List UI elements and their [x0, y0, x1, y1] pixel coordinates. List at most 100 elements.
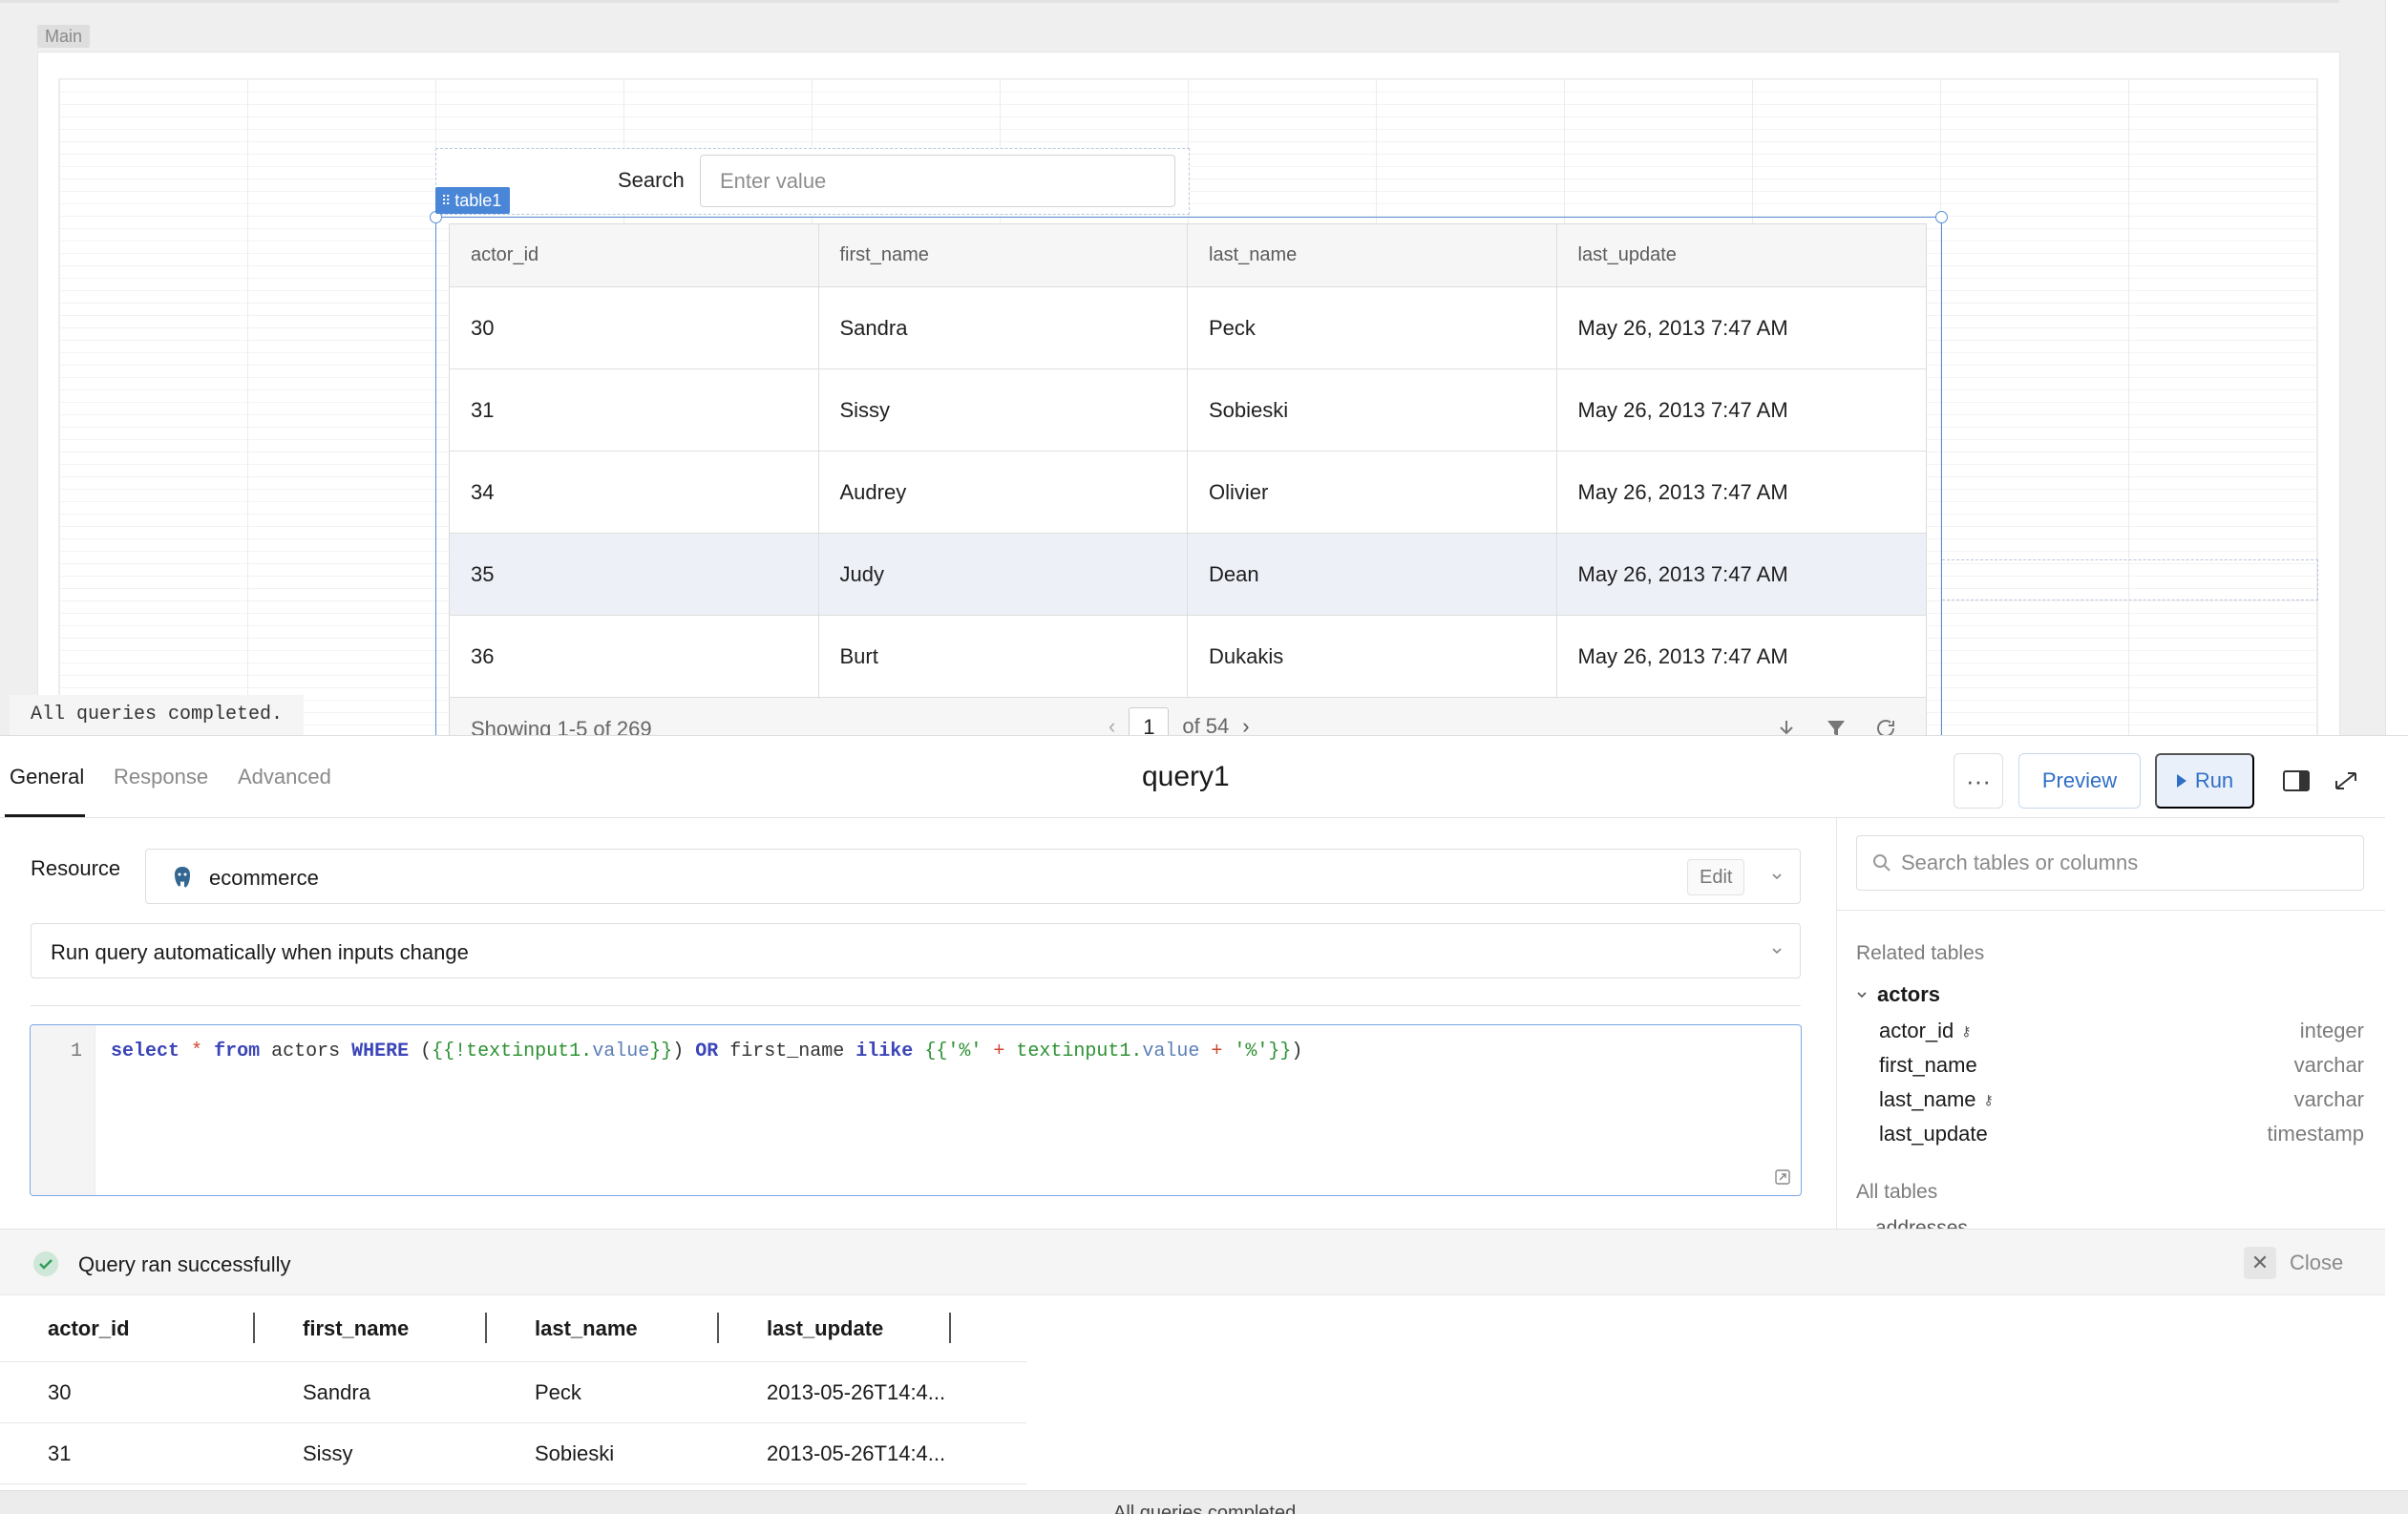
- resource-select[interactable]: ecommerce Edit: [145, 849, 1801, 904]
- sql-editor[interactable]: 1 select * from actors WHERE ({{!textinp…: [30, 1024, 1802, 1196]
- column-type: timestamp: [2267, 1122, 2364, 1146]
- column-name: actor_id: [1879, 1019, 1954, 1042]
- result-cell: 2013-05-26T14:4...: [767, 1379, 946, 1404]
- chevron-down-icon[interactable]: [1771, 871, 1783, 882]
- result-cell: 2013-05-26T14:4...: [767, 1440, 946, 1465]
- run-button[interactable]: Run: [2155, 753, 2254, 809]
- result-row[interactable]: 31 Sissy Sobieski 2013-05-26T14:4...: [0, 1423, 1026, 1484]
- empty-drop-zone: [1942, 559, 2318, 600]
- foreign-key-icon: ⚷: [1983, 1091, 1994, 1107]
- component-tag[interactable]: ⠿ table1: [435, 187, 511, 214]
- play-icon: [2176, 774, 2186, 788]
- result-cell: Sandra: [303, 1379, 370, 1404]
- code-line[interactable]: select * from actors WHERE ({{!textinput…: [111, 1041, 1302, 1062]
- results-header: actor_id first_name last_name last_updat…: [0, 1295, 1026, 1362]
- run-trigger-select[interactable]: Run query automatically when inputs chan…: [31, 923, 1801, 978]
- code-token: value: [592, 1041, 650, 1062]
- drag-handle-icon[interactable]: ⠿: [441, 187, 451, 214]
- schema-search[interactable]: [1856, 835, 2364, 891]
- column-name-wrap: actor_id ⚷: [1879, 1019, 1972, 1043]
- bottom-status-text: All queries completed.: [1113, 1503, 1301, 1514]
- resource-name: ecommerce: [209, 866, 319, 890]
- code-token: first_name: [718, 1041, 856, 1062]
- code-token: WHERE: [351, 1041, 410, 1062]
- code-token: }}: [649, 1041, 673, 1062]
- schema-search-input[interactable]: [1901, 836, 2350, 890]
- result-cell: Sobieski: [535, 1440, 615, 1465]
- schema-browser: Related tables actors actor_id⚷ integer …: [1837, 818, 2385, 1229]
- expand-editor-icon[interactable]: [1774, 1168, 1791, 1186]
- toggle-panel-icon[interactable]: [2282, 768, 2311, 793]
- tab-advanced[interactable]: Advanced: [238, 765, 331, 789]
- divider: [31, 1005, 1801, 1006]
- column-name: last_update: [1879, 1122, 1988, 1146]
- search-label: Search: [618, 168, 685, 192]
- line-number: 1: [71, 1041, 83, 1062]
- related-tables-heading: Related tables: [1856, 942, 1985, 964]
- edit-resource-button[interactable]: Edit: [1687, 859, 1745, 895]
- top-divider: [0, 0, 2339, 3]
- code-token: actors: [260, 1041, 352, 1062]
- column-type: integer: [2299, 1019, 2364, 1042]
- results-table: actor_id first_name last_name last_updat…: [0, 1295, 1026, 1484]
- schema-table-item[interactable]: addresses: [1875, 1217, 1968, 1229]
- query-title[interactable]: query1: [1142, 761, 1230, 793]
- tab-general[interactable]: General: [10, 765, 84, 789]
- run-label: Run: [2194, 768, 2234, 792]
- bottom-status-bar: All queries completed.: [0, 1490, 2408, 1514]
- resize-handle[interactable]: [1935, 211, 1948, 223]
- component-name: table1: [454, 191, 502, 210]
- check-circle-icon: [33, 1251, 58, 1276]
- active-tab-indicator: [5, 814, 85, 817]
- chevron-down-icon[interactable]: [1771, 945, 1783, 957]
- schema-column[interactable]: actor_id ⚷ integer: [1879, 1019, 2364, 1043]
- result-status-text: Query ran successfully: [78, 1252, 291, 1276]
- result-cell: 30: [48, 1379, 72, 1404]
- line-gutter: [31, 1025, 95, 1195]
- result-column-header[interactable]: actor_id: [0, 1295, 255, 1361]
- code-token: *: [191, 1041, 203, 1062]
- result-column-header[interactable]: last_update: [719, 1295, 951, 1361]
- expand-icon[interactable]: [2332, 768, 2360, 793]
- selection-outline: [435, 217, 1942, 735]
- result-column-header[interactable]: first_name: [255, 1295, 487, 1361]
- preview-button[interactable]: Preview: [2018, 753, 2141, 809]
- close-results-button[interactable]: ✕ Close: [2244, 1247, 2343, 1279]
- close-label: Close: [2290, 1251, 2344, 1274]
- schema-column[interactable]: last_name ⚷ varchar: [1879, 1087, 2364, 1112]
- code-token: ): [1291, 1041, 1303, 1062]
- column-name-wrap: last_name ⚷: [1879, 1087, 1994, 1112]
- close-icon[interactable]: ✕: [2244, 1247, 2276, 1279]
- frame-label[interactable]: Main: [37, 25, 91, 48]
- search-icon: [1873, 854, 1890, 872]
- right-panel-edge: [2385, 0, 2408, 735]
- query-editor: General Response Advanced query1 ··· Pre…: [0, 735, 2408, 1514]
- run-trigger-value: Run query automatically when inputs chan…: [51, 940, 469, 964]
- search-input[interactable]: [700, 155, 1175, 207]
- column-name: first_name: [1879, 1053, 1977, 1077]
- column-name: last_name: [1879, 1087, 1976, 1111]
- code-token: '%'}}: [1234, 1041, 1292, 1062]
- key-icon: ⚷: [1961, 1022, 1972, 1039]
- schema-table-actors[interactable]: actors: [1856, 982, 1940, 1007]
- code-token: value: [1142, 1041, 1200, 1062]
- result-column-header[interactable]: last_name: [487, 1295, 719, 1361]
- postgres-icon: [175, 867, 190, 888]
- editor-header: General Response Advanced query1 ··· Pre…: [0, 736, 2385, 818]
- resource-label: Resource: [31, 856, 121, 880]
- more-options-button[interactable]: ···: [1954, 753, 2003, 809]
- result-cell: Peck: [535, 1379, 581, 1404]
- chevron-down-icon[interactable]: [1856, 989, 1868, 1000]
- query-config-pane: Resource ecommerce Edit Run query automa…: [0, 818, 1837, 1229]
- result-status-bar: Query ran successfully ✕ Close: [0, 1229, 2385, 1295]
- tab-response[interactable]: Response: [114, 765, 208, 789]
- schema-column[interactable]: first_name varchar: [1879, 1053, 2364, 1078]
- status-toast: All queries completed.: [10, 695, 305, 735]
- code-token: (: [409, 1041, 433, 1062]
- result-cell: 31: [48, 1440, 72, 1465]
- result-row[interactable]: 30 Sandra Peck 2013-05-26T14:4...: [0, 1362, 1026, 1423]
- schema-column[interactable]: last_update timestamp: [1879, 1122, 2364, 1146]
- divider: [1837, 910, 2385, 911]
- code-token: ): [672, 1041, 696, 1062]
